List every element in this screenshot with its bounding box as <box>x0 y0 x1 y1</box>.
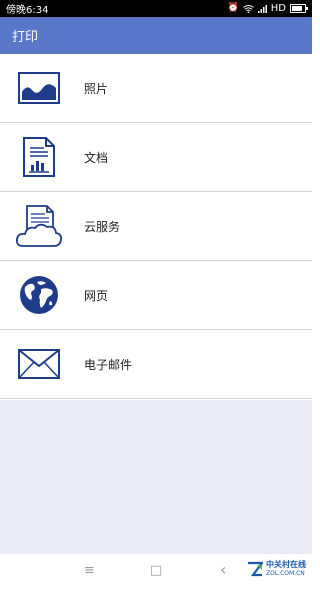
watermark: 中关村在线 ZOL.COM.CN <box>247 561 306 577</box>
list-item-label: 照片 <box>84 81 109 96</box>
back-icon[interactable]: ‹ <box>220 562 226 578</box>
document-icon <box>0 123 78 192</box>
list-item-web-page[interactable]: 网页 <box>0 261 312 330</box>
list-item-label: 电子邮件 <box>84 357 133 372</box>
zol-logo-icon <box>248 561 263 577</box>
list-item-label: 网页 <box>84 288 109 303</box>
app-bar: 打印 <box>0 17 312 54</box>
list-item-label: 云服务 <box>84 219 121 234</box>
status-bar: 傍晚6:34 ⏰ HD <box>0 0 312 17</box>
list-item-document[interactable]: 文档 <box>0 123 312 192</box>
system-nav-bar: ≡ □ ‹ 中关村在线 ZOL.COM.CN <box>0 554 312 589</box>
menu-icon[interactable]: ≡ <box>84 564 95 577</box>
wifi-icon <box>242 4 254 13</box>
cloud-service-icon <box>0 192 78 261</box>
status-time: 傍晚6:34 <box>6 5 49 16</box>
list-item-photo[interactable]: 照片 <box>0 54 312 123</box>
signal-icon <box>257 4 267 13</box>
envelope-icon <box>0 330 78 399</box>
page-title: 打印 <box>12 30 39 45</box>
watermark-cn: 中关村在线 <box>266 560 306 569</box>
home-icon[interactable]: □ <box>150 564 162 577</box>
list-item-email[interactable]: 电子邮件 <box>0 330 312 399</box>
alarm-icon: ⏰ <box>227 3 239 13</box>
list-item-label: 文档 <box>84 150 109 165</box>
globe-icon <box>0 261 78 330</box>
list-item-cloud-service[interactable]: 云服务 <box>0 192 312 261</box>
battery-icon <box>290 4 308 13</box>
network-type: HD <box>270 3 286 14</box>
photo-icon <box>0 54 78 123</box>
print-source-list: 照片 文档 云服务 网页 电子邮件 <box>0 54 312 399</box>
watermark-en: ZOL.COM.CN <box>266 570 305 577</box>
status-icons: ⏰ HD <box>227 3 308 14</box>
empty-area <box>0 400 312 554</box>
